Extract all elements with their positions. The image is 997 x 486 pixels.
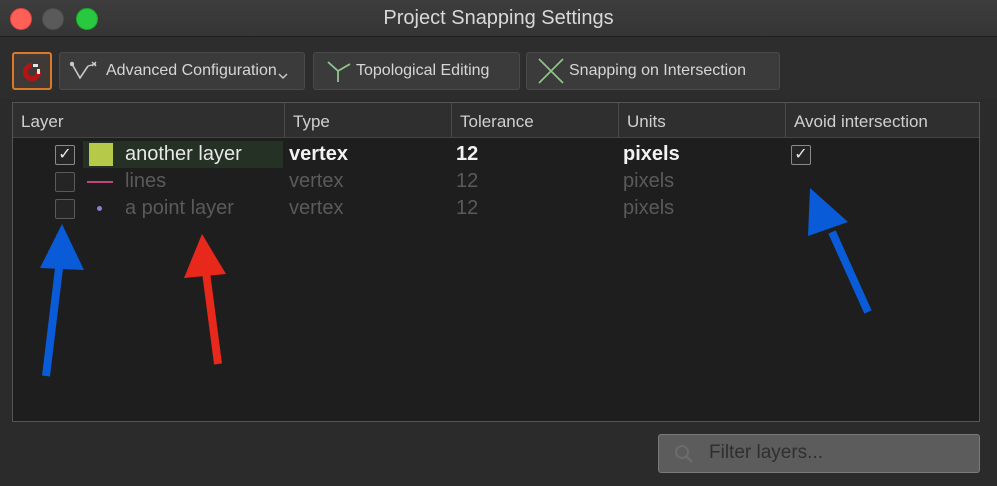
snapping-toolbar: Advanced Configuration Topological Editi… — [0, 37, 997, 99]
layer-snapping-table: Layer Type Tolerance Units Avoid interse… — [12, 102, 980, 422]
topological-editing-button[interactable]: Topological Editing — [313, 52, 520, 90]
advanced-configuration-label: Advanced Configuration — [106, 62, 277, 79]
table-row[interactable]: ✓ another layer vertex 12 pixels ✓ — [13, 141, 979, 168]
layer-name: another layer — [125, 143, 242, 165]
layer-name: a point layer — [125, 197, 234, 219]
intersection-icon — [538, 58, 564, 84]
polygon-symbol-icon — [89, 143, 113, 166]
snap-tolerance[interactable]: 12 — [456, 195, 478, 222]
search-icon — [675, 445, 693, 463]
title-bar: Project Snapping Settings — [0, 0, 997, 37]
topological-editing-label: Topological Editing — [356, 62, 490, 79]
column-header-units[interactable]: Units — [619, 103, 786, 137]
snapping-on-intersection-button[interactable]: Snapping on Intersection — [526, 52, 780, 90]
column-header-avoid-intersection[interactable]: Avoid intersection — [786, 103, 979, 137]
snap-type[interactable]: vertex — [289, 141, 348, 168]
snapping-on-intersection-label: Snapping on Intersection — [569, 62, 747, 79]
filter-layers-input[interactable]: Filter layers... — [658, 434, 980, 473]
window-title: Project Snapping Settings — [383, 7, 614, 29]
line-symbol-icon — [87, 181, 113, 183]
column-header-type[interactable]: Type — [285, 103, 452, 137]
layer-enabled-checkbox[interactable] — [55, 172, 75, 192]
enable-snapping-button[interactable] — [12, 52, 52, 90]
snap-tolerance[interactable]: 12 — [456, 168, 478, 195]
snap-tolerance[interactable]: 12 — [456, 141, 478, 168]
snap-units[interactable]: pixels — [623, 168, 674, 195]
magnet-icon — [23, 61, 43, 81]
layer-name: lines — [125, 170, 167, 192]
column-header-tolerance[interactable]: Tolerance — [452, 103, 619, 137]
table-header: Layer Type Tolerance Units Avoid interse… — [13, 103, 979, 138]
table-row[interactable]: a point layer vertex 12 pixels — [13, 195, 979, 222]
point-symbol-icon — [97, 206, 102, 211]
chevron-down-icon — [278, 73, 288, 80]
snap-units[interactable]: pixels — [623, 141, 680, 168]
layer-enabled-checkbox[interactable] — [55, 199, 75, 219]
snap-units[interactable]: pixels — [623, 195, 674, 222]
table-row[interactable]: lines vertex 12 pixels — [13, 168, 979, 195]
column-header-layer[interactable]: Layer — [13, 103, 285, 137]
advanced-configuration-dropdown[interactable]: Advanced Configuration — [59, 52, 305, 90]
topology-icon — [327, 61, 351, 82]
layer-enabled-checkbox[interactable]: ✓ — [55, 145, 75, 165]
avoid-intersection-checkbox[interactable]: ✓ — [791, 145, 811, 165]
filter-placeholder: Filter layers... — [709, 442, 824, 463]
snap-type[interactable]: vertex — [289, 195, 343, 222]
snap-type[interactable]: vertex — [289, 168, 343, 195]
vertex-segment-icon — [69, 61, 97, 80]
